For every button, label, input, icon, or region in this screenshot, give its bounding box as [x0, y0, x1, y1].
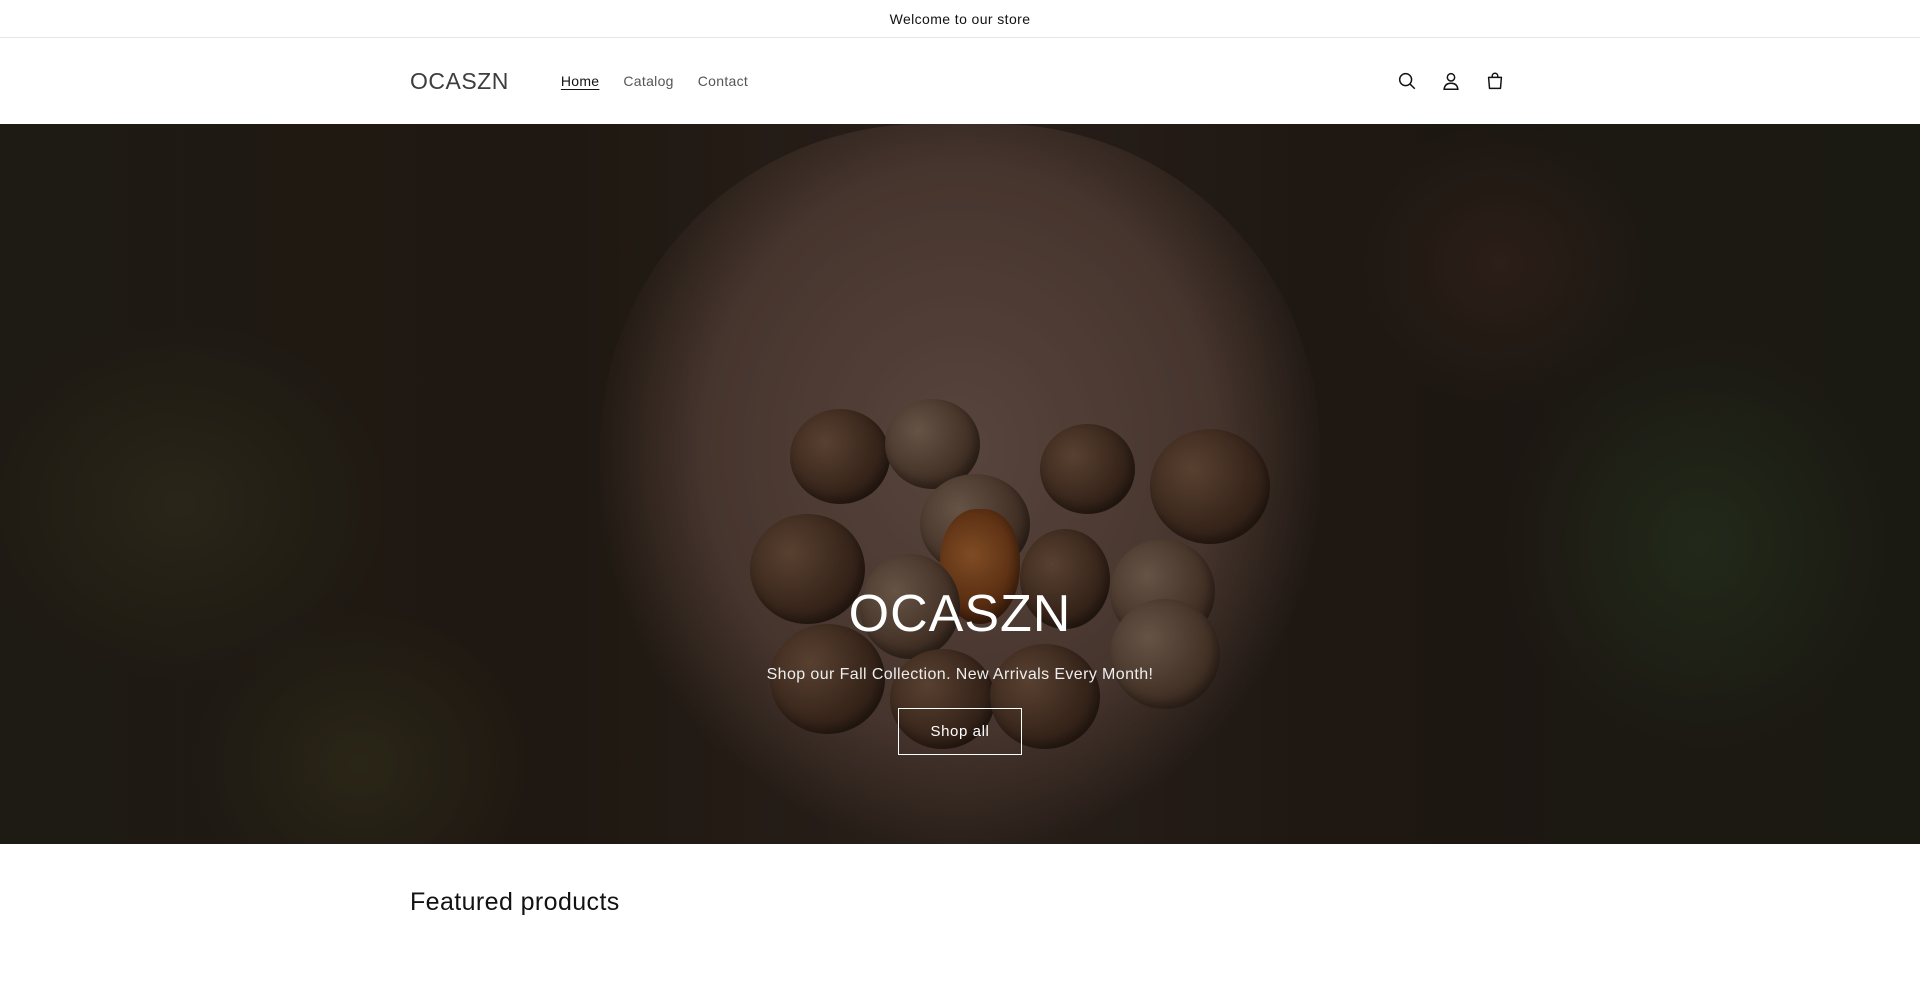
main-nav: Home Catalog Contact [549, 73, 760, 89]
nav-item-home[interactable]: Home [549, 73, 612, 89]
site-header: OCASZN Home Catalog Contact [0, 38, 1920, 124]
store-logo[interactable]: OCASZN [410, 68, 509, 95]
header-icons [1392, 66, 1510, 96]
hero-banner: OCASZN Shop our Fall Collection. New Arr… [0, 124, 1920, 844]
hero-content: OCASZN Shop our Fall Collection. New Arr… [0, 584, 1920, 755]
featured-products-title: Featured products [410, 888, 620, 916]
hero-title: OCASZN [848, 585, 1072, 643]
cart-icon[interactable] [1480, 66, 1510, 96]
account-icon[interactable] [1436, 66, 1466, 96]
hero-subtitle: Shop our Fall Collection. New Arrivals E… [766, 666, 1154, 683]
nav-item-contact[interactable]: Contact [686, 73, 760, 89]
announcement-text: Welcome to our store [889, 10, 1031, 27]
nav-item-catalog[interactable]: Catalog [611, 73, 685, 89]
announcement-bar: Welcome to our store [0, 0, 1920, 38]
search-icon[interactable] [1392, 66, 1422, 96]
featured-products-section: Featured products [0, 844, 1920, 917]
shop-all-button[interactable]: Shop all [898, 708, 1022, 755]
